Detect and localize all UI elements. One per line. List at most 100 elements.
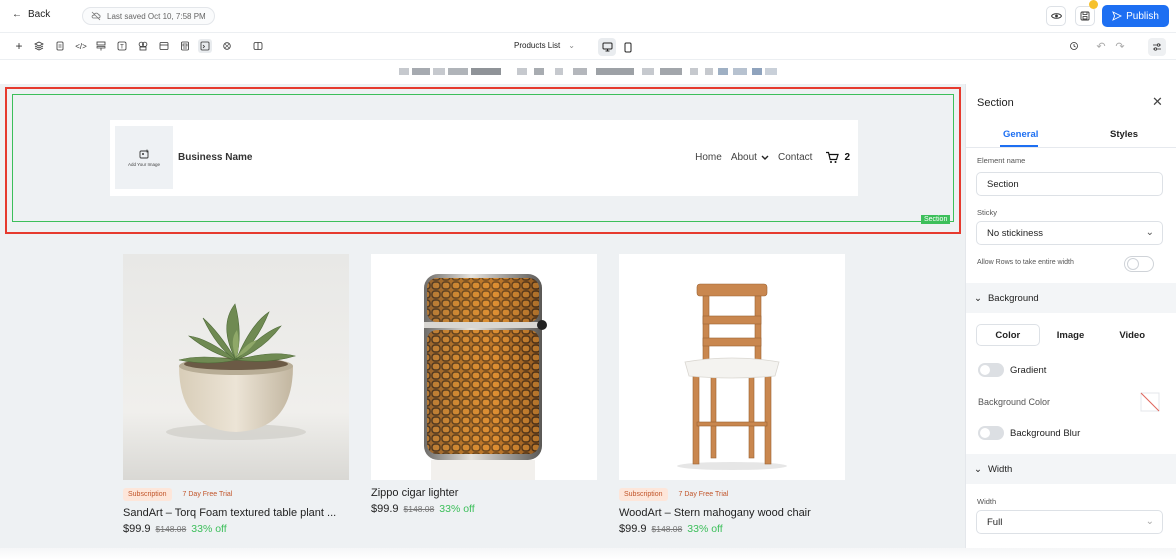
discount-label: 33% off — [687, 523, 723, 535]
chevron-down-icon — [761, 155, 769, 160]
product-name[interactable]: SandArt – Torq Foam textured table plant… — [123, 507, 349, 519]
background-section-header[interactable]: ⌄ Background — [966, 283, 1176, 313]
page-select[interactable]: Products List ⌄ — [514, 41, 575, 50]
split-view-icon[interactable] — [252, 40, 264, 52]
media-icon[interactable] — [137, 40, 149, 52]
redo-icon[interactable]: ↷ — [1114, 40, 1126, 53]
tag-subscription: Subscription — [123, 488, 172, 501]
mobile-icon — [624, 42, 632, 52]
desktop-view-button[interactable] — [598, 38, 616, 56]
bg-color-label: Background Color — [978, 397, 1051, 407]
save-icon — [1080, 11, 1090, 21]
product-price: $99.9 $148.08 33% off — [123, 523, 349, 535]
current-price: $99.9 — [123, 523, 151, 535]
chevron-down-icon: ⌄ — [568, 41, 575, 50]
tab-styles[interactable]: Styles — [1110, 129, 1138, 140]
width-section-header[interactable]: ⌄ Width — [966, 454, 1176, 484]
site-header[interactable]: Add Your Image Business Name Home About … — [110, 120, 858, 196]
code-icon[interactable]: </> — [75, 40, 87, 52]
history-icon[interactable] — [1068, 40, 1080, 52]
width-select[interactable]: Full ⌄ — [976, 510, 1163, 534]
product-price: $99.9 $148.08 33% off — [619, 523, 845, 535]
svg-text:T: T — [120, 45, 124, 51]
undo-icon[interactable]: ↶ — [1095, 40, 1107, 53]
width-label: Width — [977, 497, 997, 506]
back-button[interactable]: ← Back — [12, 9, 50, 20]
global-icon[interactable] — [221, 40, 233, 52]
element-name-label: Element name — [977, 156, 1026, 165]
nav-item-home[interactable]: Home — [695, 152, 722, 163]
cart-icon — [826, 151, 840, 163]
forms-icon[interactable] — [95, 40, 107, 52]
last-saved-badge: Last saved Oct 10, 7:58 PM — [82, 7, 215, 25]
send-icon — [1112, 11, 1123, 21]
text-icon[interactable]: T — [116, 40, 128, 52]
original-price: $148.08 — [403, 504, 435, 514]
redacted-url — [399, 68, 777, 75]
sticky-label: Sticky — [977, 208, 998, 217]
no-color-swatch[interactable] — [1140, 392, 1160, 412]
nav-item-contact[interactable]: Contact — [778, 152, 812, 163]
section-label-tag[interactable]: Section — [921, 215, 951, 224]
business-name[interactable]: Business Name — [178, 152, 252, 163]
product-name[interactable]: WoodArt – Stern mahogany wood chair — [619, 507, 845, 519]
gradient-toggle[interactable] — [978, 363, 1004, 377]
add-icon[interactable]: + — [13, 39, 25, 53]
discount-label: 33% off — [439, 503, 475, 515]
url-strip — [0, 60, 1176, 84]
tag-free-trial: 7 Day Free Trial — [678, 491, 729, 498]
bg-tab-color[interactable]: Color — [976, 324, 1040, 346]
bg-tab-image[interactable]: Image — [1040, 324, 1102, 346]
layout-icon[interactable] — [158, 40, 170, 52]
tab-general[interactable]: General — [1003, 129, 1038, 140]
settings-toggle-button[interactable] — [1148, 38, 1166, 56]
editor-toolbar: + </> T Products List ⌄ ↶ ↷ — [0, 33, 1176, 60]
product-name[interactable]: Zippo cigar lighter — [371, 487, 597, 499]
element-name-input[interactable]: Section — [976, 172, 1163, 196]
discount-label: 33% off — [191, 523, 227, 535]
chevron-down-icon: ⌄ — [1145, 516, 1154, 527]
chevron-down-icon: ⌄ — [1145, 227, 1154, 238]
product-image-lighter[interactable] — [371, 254, 597, 480]
components-icon[interactable] — [198, 39, 212, 53]
desktop-icon — [602, 42, 612, 52]
tag-free-trial: 7 Day Free Trial — [182, 491, 233, 498]
allow-rows-toggle[interactable] — [1124, 256, 1154, 272]
pages-icon[interactable] — [54, 40, 66, 52]
bg-blur-toggle[interactable] — [978, 426, 1004, 440]
save-button[interactable] — [1075, 6, 1095, 26]
window-bottom-edge — [0, 548, 1176, 560]
templates-icon[interactable] — [179, 40, 191, 52]
bg-tab-video[interactable]: Video — [1101, 324, 1163, 346]
preview-button[interactable] — [1046, 6, 1066, 26]
notification-dot — [1089, 0, 1098, 9]
bg-blur-row: Background Blur — [978, 426, 1080, 440]
product-tags: Subscription 7 Day Free Trial — [123, 488, 349, 501]
product-card[interactable]: Subscription 7 Day Free Trial SandArt – … — [123, 254, 349, 535]
gradient-row: Gradient — [978, 363, 1046, 377]
product-image-chair[interactable] — [619, 254, 845, 480]
sticky-select[interactable]: No stickiness ⌄ — [976, 221, 1163, 245]
close-icon[interactable]: ✕ — [1152, 94, 1163, 110]
mobile-view-button[interactable] — [619, 38, 637, 56]
nav-item-about[interactable]: About — [731, 152, 769, 163]
current-price: $99.9 — [371, 503, 399, 515]
cart-button[interactable]: 2 — [825, 151, 850, 164]
panel-title: Section — [977, 97, 1014, 109]
product-price: $99.9 $148.08 33% off — [371, 503, 597, 515]
arrow-left-icon: ← — [12, 9, 22, 20]
publish-button[interactable]: Publish — [1102, 5, 1169, 27]
tag-subscription: Subscription — [619, 488, 668, 501]
sliders-icon — [1153, 43, 1161, 51]
chevron-down-icon: ⌄ — [974, 463, 982, 475]
add-image-icon — [139, 149, 148, 158]
current-price: $99.9 — [619, 523, 647, 535]
product-card[interactable]: Zippo cigar lighter $99.9 $148.08 33% of… — [371, 254, 597, 515]
product-tags: Subscription 7 Day Free Trial — [619, 488, 845, 501]
product-image-plant[interactable] — [123, 254, 349, 480]
logo-image-placeholder[interactable]: Add Your Image — [115, 126, 173, 189]
background-type-tabs: Color Image Video — [976, 324, 1163, 346]
layers-icon[interactable] — [33, 40, 45, 52]
chevron-down-icon: ⌄ — [974, 292, 982, 304]
product-card[interactable]: Subscription 7 Day Free Trial WoodArt – … — [619, 254, 845, 535]
